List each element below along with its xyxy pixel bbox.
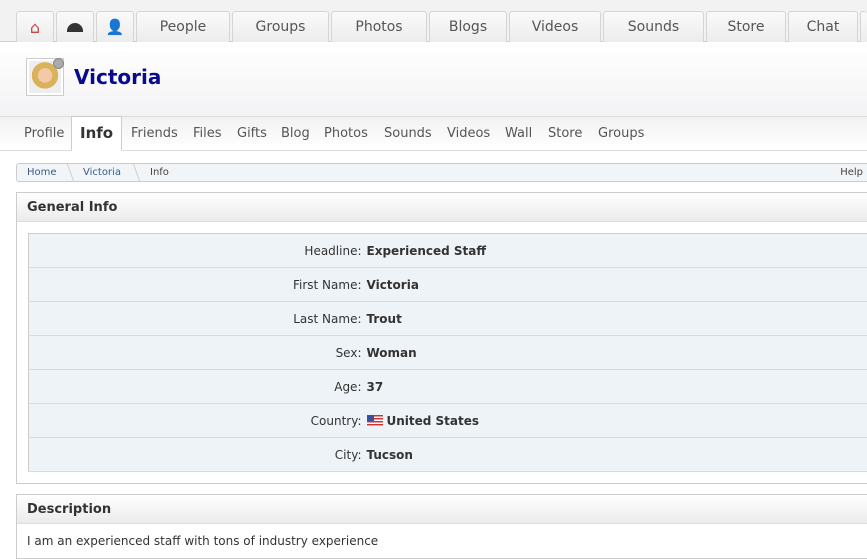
general-info-title: General Info (17, 193, 867, 222)
profile-tabs: Profile Info Friends Files Gifts Blog Ph… (0, 117, 867, 151)
nav-more[interactable] (860, 11, 867, 42)
age-label: Age: (29, 370, 367, 404)
tab-sounds[interactable]: Sounds (384, 126, 432, 141)
tab-gifts[interactable]: Gifts (237, 126, 267, 141)
headline-label: Headline: (29, 234, 367, 268)
country-value: United States (387, 414, 480, 428)
country-cell: United States (367, 404, 867, 438)
help-link[interactable]: Help (840, 167, 863, 178)
status-indicator-icon (53, 58, 64, 69)
table-row: First Name:Victoria (29, 268, 867, 302)
breadcrumb-info: Info (150, 167, 169, 178)
description-text: I am an experienced staff with tons of i… (17, 524, 867, 558)
avatar[interactable] (26, 58, 64, 96)
nav-sounds[interactable]: Sounds (603, 11, 704, 42)
home-button[interactable]: ⌂ (16, 11, 54, 42)
info-table: Headline:Experienced Staff First Name:Vi… (28, 233, 867, 472)
account-button[interactable]: 👤 (96, 11, 134, 42)
table-row: Country: United States (29, 404, 867, 438)
city-value: Tucson (367, 438, 867, 472)
tab-friends[interactable]: Friends (131, 126, 178, 141)
tab-videos[interactable]: Videos (447, 126, 490, 141)
tab-groups[interactable]: Groups (598, 126, 644, 141)
breadcrumb: Home Victoria Info Help (16, 163, 867, 182)
sex-value: Woman (367, 336, 867, 370)
home-icon: ⌂ (30, 18, 40, 37)
table-row: Sex:Woman (29, 336, 867, 370)
nav-groups[interactable]: Groups (232, 11, 329, 42)
dashboard-icon (67, 23, 83, 32)
description-panel: Description I am an experienced staff wi… (16, 494, 867, 559)
first-name-value: Victoria (367, 268, 867, 302)
sex-label: Sex: (29, 336, 367, 370)
nav-chat[interactable]: Chat (788, 11, 858, 42)
nav-blogs[interactable]: Blogs (429, 11, 507, 42)
last-name-value: Trout (367, 302, 867, 336)
headline-value: Experienced Staff (367, 234, 867, 268)
city-label: City: (29, 438, 367, 472)
country-label: Country: (29, 404, 367, 438)
first-name-label: First Name: (29, 268, 367, 302)
profile-name: Victoria (74, 65, 161, 89)
tab-info[interactable]: Info (71, 116, 122, 151)
table-row: City:Tucson (29, 438, 867, 472)
table-row: Headline:Experienced Staff (29, 234, 867, 268)
tab-blog[interactable]: Blog (281, 126, 310, 141)
nav-videos[interactable]: Videos (509, 11, 601, 42)
tab-profile[interactable]: Profile (24, 126, 64, 141)
tab-store[interactable]: Store (548, 126, 582, 141)
tab-photos[interactable]: Photos (324, 126, 368, 141)
top-navigation: ⌂ 👤 People Groups Photos Blogs Videos So… (0, 0, 867, 42)
table-row: Age:37 (29, 370, 867, 404)
user-icon: 👤 (106, 18, 125, 36)
table-row: Last Name:Trout (29, 302, 867, 336)
nav-store[interactable]: Store (706, 11, 786, 42)
nav-people[interactable]: People (136, 11, 230, 42)
description-title: Description (17, 495, 867, 524)
nav-photos[interactable]: Photos (331, 11, 427, 42)
tab-wall[interactable]: Wall (505, 126, 532, 141)
age-value: 37 (367, 370, 867, 404)
breadcrumb-victoria[interactable]: Victoria (83, 167, 121, 178)
tab-files[interactable]: Files (193, 126, 222, 141)
dashboard-button[interactable] (56, 11, 94, 42)
us-flag-icon (367, 415, 383, 426)
last-name-label: Last Name: (29, 302, 367, 336)
breadcrumb-home[interactable]: Home (27, 167, 57, 178)
general-info-panel: General Info Headline:Experienced Staff … (16, 192, 867, 484)
profile-header: Victoria (0, 42, 867, 117)
